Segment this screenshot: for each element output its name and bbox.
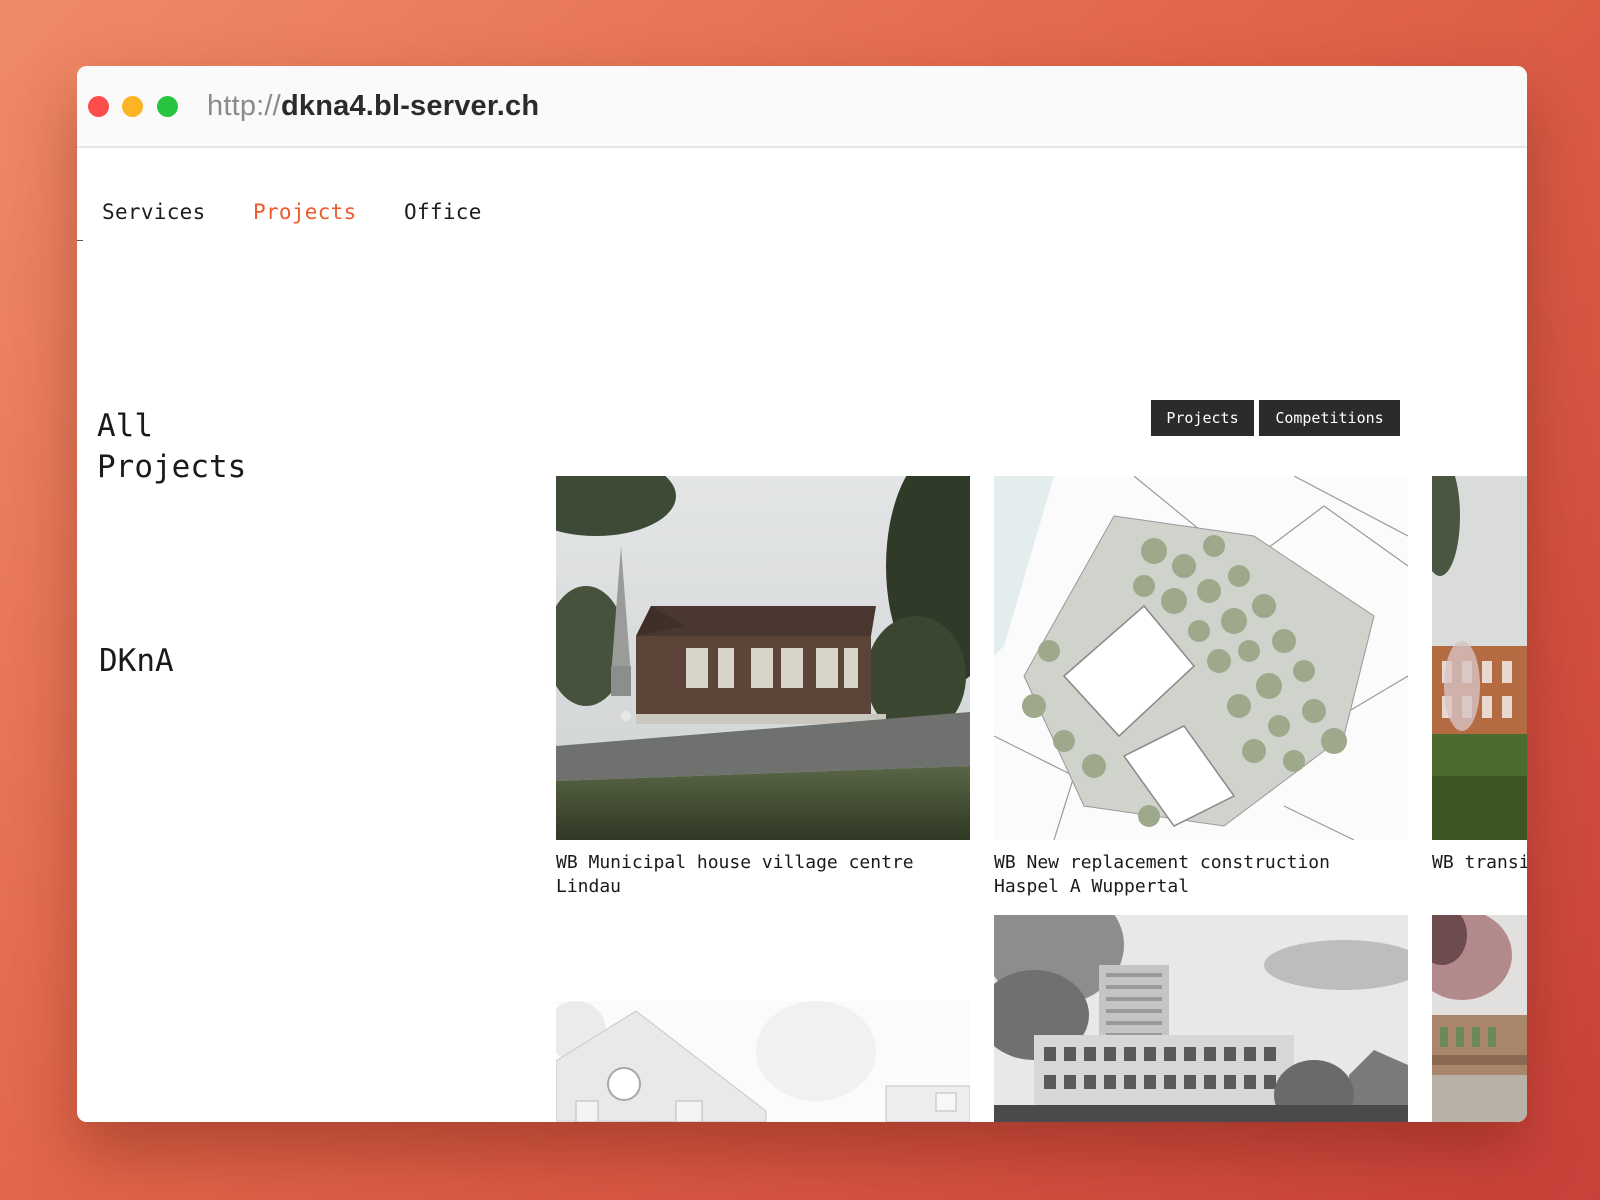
maximize-window-icon[interactable]: [157, 96, 178, 117]
url-protocol: http://: [207, 90, 281, 122]
project-title[interactable]: WB New replacement construction Haspel A…: [994, 851, 1330, 899]
site-plan-image[interactable]: [994, 476, 1408, 840]
minimize-window-icon[interactable]: [122, 96, 143, 117]
close-window-icon[interactable]: [88, 96, 109, 117]
nav-item-office[interactable]: Office: [404, 200, 482, 224]
filter-competitions-button[interactable]: Competitions: [1259, 400, 1400, 436]
project-title-line1: WB transi: [1432, 852, 1527, 873]
page-title: All Projects: [97, 406, 246, 488]
nav-item-projects[interactable]: Projects: [253, 200, 357, 224]
nav-item-services[interactable]: Services: [102, 200, 206, 224]
address-bar[interactable]: http://dkna4.bl-server.ch: [207, 89, 539, 123]
blossom-building-render-image[interactable]: [1432, 915, 1527, 1122]
project-title[interactable]: WB Municipal house village centre Lindau: [556, 851, 914, 899]
url-host: dkna4.bl-server.ch: [280, 90, 540, 122]
page-title-line1: All: [97, 408, 153, 444]
project-title-line2: Lindau: [556, 876, 622, 897]
village-house-render-image[interactable]: [556, 476, 970, 840]
apartment-block-render-image[interactable]: [994, 915, 1408, 1122]
brand-logo-text[interactable]: DKnA: [99, 643, 174, 679]
nav-divider: [77, 240, 83, 241]
brick-building-render-image[interactable]: [1432, 476, 1527, 840]
browser-titlebar: http://dkna4.bl-server.ch: [77, 66, 1527, 148]
project-title[interactable]: WB transi: [1432, 851, 1527, 875]
project-title-line1: WB New replacement construction: [994, 852, 1330, 873]
filter-projects-button[interactable]: Projects: [1151, 400, 1254, 436]
project-title-line2: Haspel A Wuppertal: [994, 876, 1190, 897]
project-title-line1: WB Municipal house village centre: [556, 852, 914, 873]
page-title-line2: Projects: [97, 449, 247, 485]
page-content: Services Projects Office All Projects DK…: [77, 148, 1527, 1122]
browser-window: http://dkna4.bl-server.ch Services Proje…: [77, 66, 1527, 1122]
gabled-house-sketch-image[interactable]: [556, 1001, 970, 1122]
